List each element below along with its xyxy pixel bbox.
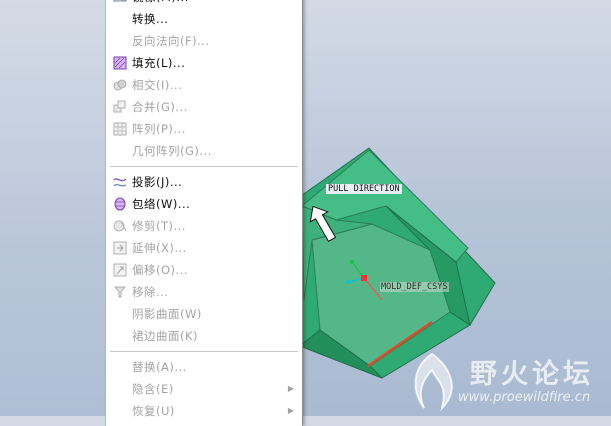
menu-item-label: 包络(W)... [132, 197, 191, 211]
menu-item-resume[interactable]: 恢复(U) ▶ [106, 400, 302, 422]
offset-icon [113, 263, 127, 277]
menu-item-label: 偏移(O)... [132, 263, 188, 277]
menu-item-label: 替换(A)... [132, 360, 187, 374]
menu-item-wrap[interactable]: 包络(W)... [106, 193, 302, 215]
pattern-icon [113, 122, 127, 136]
menu-item-project[interactable]: 投影(J)... [106, 171, 302, 193]
submenu-arrow-icon: ▶ [287, 406, 294, 415]
menu-item-trim[interactable]: 修剪(T)... [106, 215, 302, 237]
fill-icon [113, 56, 127, 70]
menu-item-label: 填充(L)... [132, 56, 186, 70]
menu-separator [110, 166, 298, 168]
edit-context-menu: 镜像(M)... 转换... 反向法向(F)... 填充(L)... 相交(I)… [105, 0, 303, 426]
menu-item-label: 反向法向(F)... [132, 34, 210, 48]
menu-item-shadow-surface[interactable]: 阴影曲面(W) [106, 303, 302, 325]
menu-item-label: 阴影曲面(W) [132, 307, 202, 321]
remove-icon [113, 286, 127, 298]
watermark-url: www.proewildfire.cn [458, 390, 591, 405]
menu-item-label: 转换... [132, 12, 169, 26]
watermark-title: 野火论坛 [470, 359, 594, 390]
wrap-icon [114, 197, 126, 211]
menu-item-label: 几何阵列(G)... [132, 144, 212, 158]
menu-item-label: 阵列(P)... [132, 122, 186, 136]
trim-icon [113, 220, 127, 232]
menu-item-offset[interactable]: 偏移(O)... [106, 259, 302, 281]
flame-logo-icon [414, 352, 453, 412]
menu-item-remove[interactable]: 移除... [106, 281, 302, 303]
menu-item-geometry-pattern[interactable]: 几何阵列(G)... [106, 140, 302, 162]
menu-item-label: 相交(I)... [132, 78, 183, 92]
menu-item-replace[interactable]: 替换(A)... [106, 356, 302, 378]
mirror-icon [113, 0, 127, 2]
menu-item-flip-normals[interactable]: 反向法向(F)... [106, 30, 302, 52]
menu-item-fill[interactable]: 填充(L)... [106, 52, 302, 74]
forum-watermark: 野火论坛 www.proewildfire.cn [398, 348, 611, 416]
project-icon [113, 178, 127, 187]
menu-item-pattern[interactable]: 阵列(P)... [106, 118, 302, 140]
menu-item-label: 恢复(U) [132, 404, 175, 418]
menu-item-intersect[interactable]: 相交(I)... [106, 74, 302, 96]
menu-item-label: 隐含(E) [132, 382, 174, 396]
menu-item-transform[interactable]: 转换... [106, 8, 302, 30]
menu-item-mirror[interactable]: 镜像(M)... [106, 0, 302, 8]
menu-item-label: 修剪(T)... [132, 219, 186, 233]
menu-item-extend[interactable]: 延伸(X)... [106, 237, 302, 259]
menu-item-label: 投影(J)... [132, 175, 183, 189]
extend-icon [113, 241, 127, 255]
menu-item-label: 延伸(X)... [132, 241, 187, 255]
menu-item-label: 裙边曲面(K) [132, 329, 199, 343]
submenu-arrow-icon: ▶ [287, 384, 294, 393]
csys-label: MOLD_DEF_CSYS [380, 282, 449, 292]
menu-item-label: 移除... [132, 285, 169, 299]
menu-item-label: 镜像(M)... [132, 0, 189, 8]
menu-item-merge[interactable]: 合并(G)... [106, 96, 302, 118]
menu-separator [110, 351, 298, 353]
pull-direction-label: PULL DIRECTION [326, 184, 402, 194]
intersect-icon [113, 79, 127, 91]
merge-icon [113, 100, 126, 113]
menu-item-skirt-surface[interactable]: 裙边曲面(K) [106, 325, 302, 347]
menu-item-suppress[interactable]: 隐含(E) ▶ [106, 378, 302, 400]
menu-item-label: 合并(G)... [132, 100, 188, 114]
